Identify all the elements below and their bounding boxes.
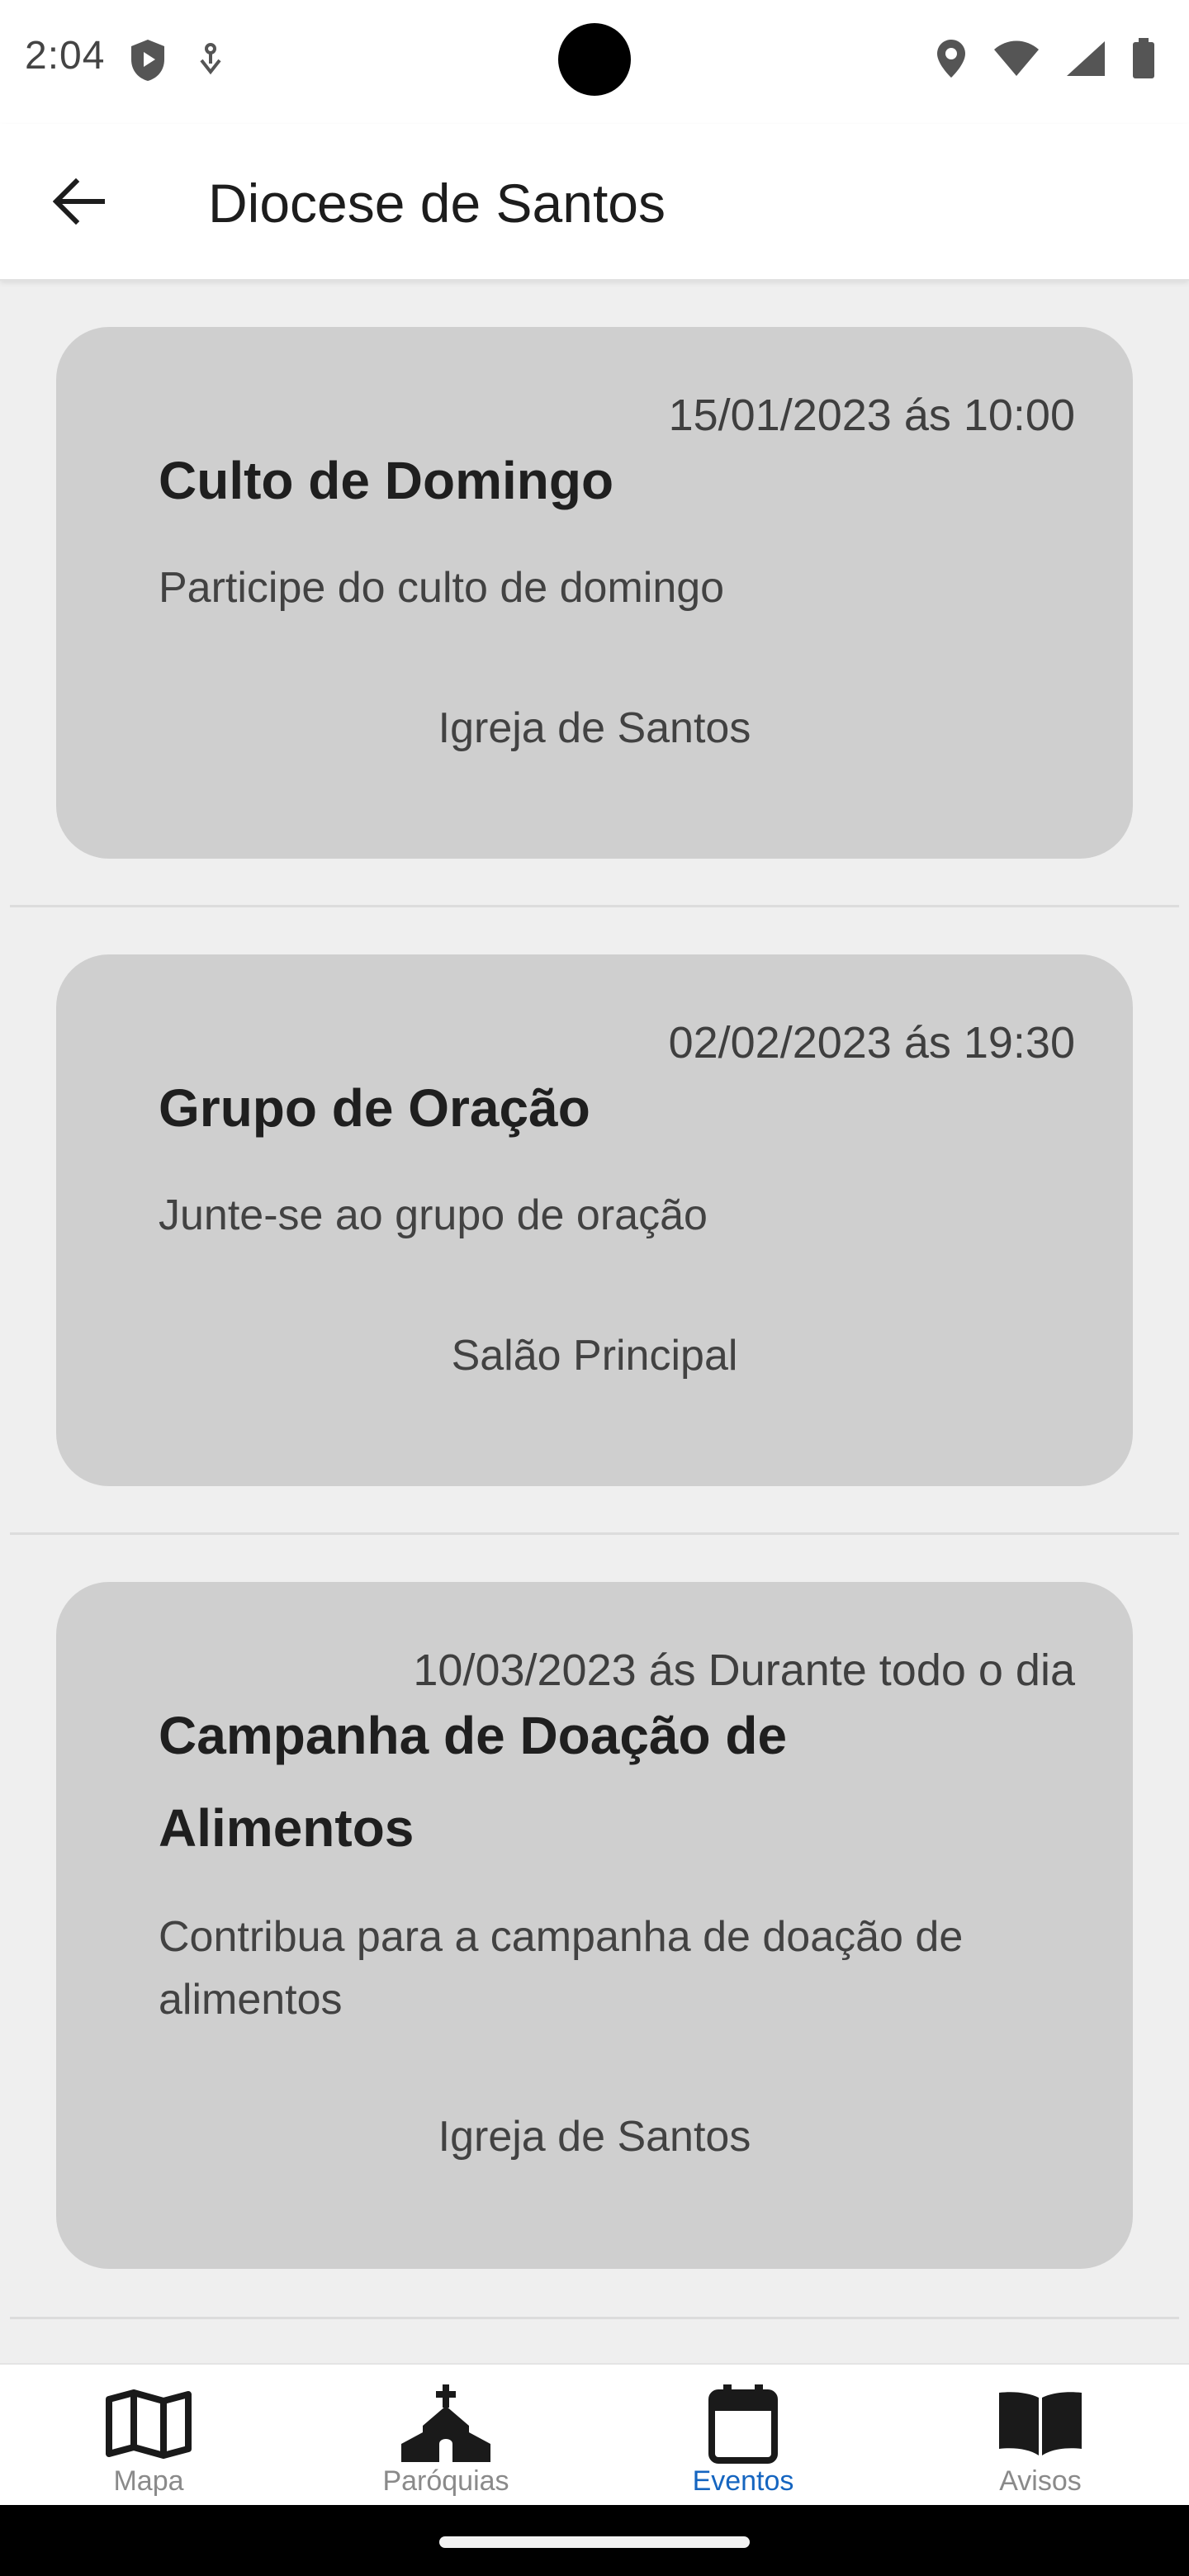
event-date: 15/01/2023 ás 10:00 bbox=[668, 391, 1075, 440]
event-location: Salão Principal bbox=[451, 1332, 738, 1380]
nav-item-eventos[interactable]: Eventos bbox=[594, 2365, 892, 2505]
nav-label: Mapa bbox=[113, 2465, 184, 2497]
notification-icon bbox=[197, 42, 225, 83]
list-item[interactable]: 02/02/2023 ás 19:30 Grupo de Oração Junt… bbox=[0, 910, 1189, 1537]
nav-label: Avisos bbox=[999, 2465, 1082, 2497]
bottom-navigation: Mapa Paróquias Eventos Avisos bbox=[0, 2363, 1189, 2505]
list-item[interactable]: 15/01/2023 ás 10:00 Culto de Domingo Par… bbox=[0, 282, 1189, 910]
back-button[interactable] bbox=[40, 163, 119, 243]
divider bbox=[10, 905, 1179, 907]
signal-icon bbox=[1065, 40, 1106, 82]
event-card[interactable]: 10/03/2023 ás Durante todo o dia Campanh… bbox=[56, 1582, 1133, 2269]
status-right-icons bbox=[935, 38, 1156, 83]
event-title: Culto de Domingo bbox=[159, 451, 614, 510]
screen: 2:04 Diocese de Santos 15/01/2023 ás 10:… bbox=[0, 0, 1189, 2576]
nav-label: Eventos bbox=[692, 2465, 794, 2497]
calendar-icon bbox=[708, 2384, 778, 2464]
event-card[interactable]: 02/02/2023 ás 19:30 Grupo de Oração Junt… bbox=[56, 954, 1133, 1486]
camera-cutout bbox=[558, 23, 631, 96]
divider bbox=[10, 2317, 1179, 2319]
status-time: 2:04 bbox=[25, 34, 106, 78]
event-description: Participe do culto de domingo bbox=[159, 564, 725, 612]
map-icon bbox=[106, 2384, 192, 2464]
event-title: Grupo de Oração bbox=[159, 1078, 590, 1138]
event-date: 02/02/2023 ás 19:30 bbox=[668, 1018, 1075, 1068]
nav-label: Paróquias bbox=[382, 2465, 509, 2497]
nav-item-mapa[interactable]: Mapa bbox=[0, 2365, 297, 2505]
system-navigation-bar bbox=[0, 2505, 1189, 2576]
event-date: 10/03/2023 ás Durante todo o dia bbox=[413, 1646, 1075, 1695]
event-card[interactable]: 15/01/2023 ás 10:00 Culto de Domingo Par… bbox=[56, 327, 1133, 859]
event-description: Junte-se ao grupo de oração bbox=[159, 1191, 708, 1239]
shield-play-icon bbox=[129, 38, 167, 87]
arrow-back-icon bbox=[52, 178, 106, 229]
nav-item-avisos[interactable]: Avisos bbox=[892, 2365, 1189, 2505]
nav-item-paroquias[interactable]: Paróquias bbox=[297, 2365, 594, 2505]
event-location: Igreja de Santos bbox=[438, 704, 751, 752]
status-left-icons bbox=[129, 38, 225, 87]
divider bbox=[10, 1532, 1179, 1535]
event-title: Campanha de Doação de Alimentos bbox=[159, 1706, 788, 1858]
book-icon bbox=[997, 2384, 1083, 2464]
status-bar: 2:04 bbox=[0, 0, 1189, 124]
church-icon bbox=[398, 2384, 494, 2464]
list-item[interactable]: 10/03/2023 ás Durante todo o dia Campanh… bbox=[0, 1537, 1189, 2322]
events-list[interactable]: 15/01/2023 ás 10:00 Culto de Domingo Par… bbox=[0, 282, 1189, 2363]
wifi-icon bbox=[992, 40, 1040, 82]
event-description: Contribua para a campanha de doação de a… bbox=[159, 1913, 964, 2024]
page-title: Diocese de Santos bbox=[208, 173, 666, 234]
home-indicator[interactable] bbox=[439, 2536, 750, 2548]
event-location: Igreja de Santos bbox=[438, 2113, 751, 2161]
location-icon bbox=[935, 38, 968, 83]
battery-icon bbox=[1131, 38, 1156, 83]
app-bar: Diocese de Santos bbox=[0, 124, 1189, 281]
